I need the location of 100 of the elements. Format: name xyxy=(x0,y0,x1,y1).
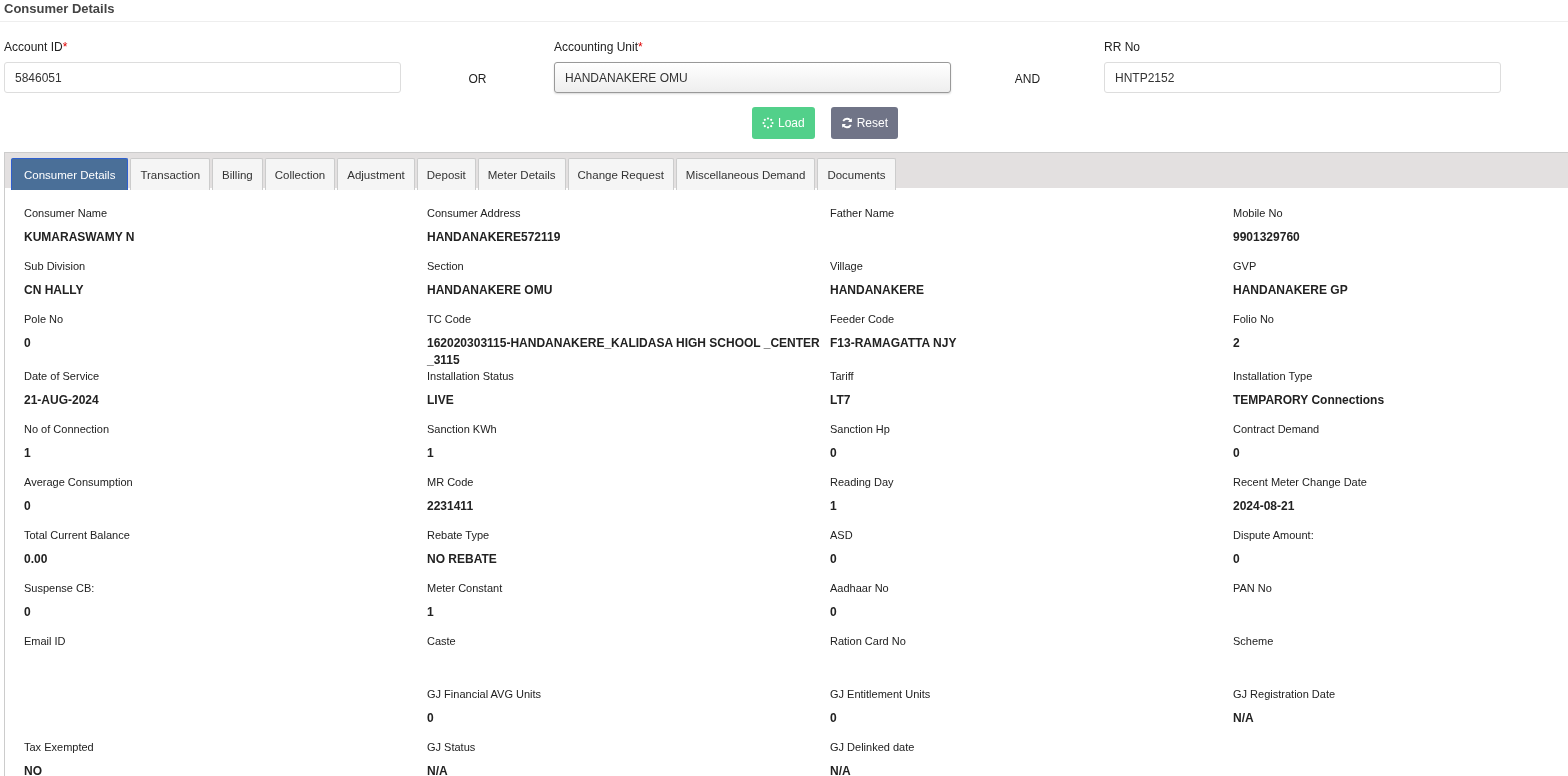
detail-value: 9901329760 xyxy=(1233,229,1300,246)
detail-label: GJ Status xyxy=(427,740,476,754)
detail-label: Email ID xyxy=(24,634,66,648)
page-title: Consumer Details xyxy=(3,1,116,17)
detail-label: Village xyxy=(830,259,863,273)
detail-value: 0 xyxy=(830,604,837,621)
field-label: Account ID* xyxy=(4,40,68,54)
detail-value: CN HALLY xyxy=(24,282,84,299)
detail-value: N/A xyxy=(830,763,851,776)
tab[interactable]: Consumer Details xyxy=(11,158,129,190)
detail-label: Total Current Balance xyxy=(24,528,130,542)
detail-value: HANDANAKERE xyxy=(830,282,924,299)
detail-value: F13-RAMAGATTA NJY xyxy=(830,335,957,352)
tab[interactable]: Documents xyxy=(817,158,896,190)
detail-value: 0 xyxy=(24,335,31,352)
detail-value: 21-AUG-2024 xyxy=(24,392,99,409)
tab[interactable]: Deposit xyxy=(416,158,476,190)
spinner-icon xyxy=(762,117,774,129)
detail-label: Tax Exempted xyxy=(24,740,94,754)
detail-label: Installation Type xyxy=(1233,369,1313,383)
detail-value: 1 xyxy=(427,604,434,621)
tab[interactable]: Transaction xyxy=(130,158,211,190)
detail-value: LT7 xyxy=(830,392,851,409)
detail-value: HANDANAKERE GP xyxy=(1233,282,1348,299)
detail-label: Feeder Code xyxy=(830,312,895,326)
connector-text: AND xyxy=(1014,72,1041,86)
tab[interactable]: Adjustment xyxy=(337,158,415,190)
detail-label: Suspense CB: xyxy=(24,581,95,595)
detail-value: 1 xyxy=(24,445,31,462)
detail-label: ASD xyxy=(830,528,853,542)
detail-value: N/A xyxy=(1233,710,1254,727)
detail-value: 0 xyxy=(830,710,837,727)
detail-value: 1 xyxy=(427,445,434,462)
field-label: RR No xyxy=(1104,40,1140,54)
detail-value: NO REBATE xyxy=(427,551,497,568)
refresh-icon xyxy=(840,117,853,129)
detail-label: Recent Meter Change Date xyxy=(1233,475,1367,489)
detail-label: Folio No xyxy=(1233,312,1274,326)
detail-value: LIVE xyxy=(427,392,454,409)
detail-value: 0 xyxy=(1233,445,1240,462)
detail-label: Installation Status xyxy=(427,369,514,383)
detail-value: 2024-08-21 xyxy=(1233,498,1295,515)
detail-label: Consumer Name xyxy=(24,206,108,220)
detail-label: Sub Division xyxy=(24,259,86,273)
detail-label: Meter Constant xyxy=(427,581,503,595)
detail-value: TEMPARORY Connections xyxy=(1233,392,1385,409)
detail-value: NO xyxy=(24,763,42,776)
detail-label: Pole No xyxy=(24,312,64,326)
connector-text: OR xyxy=(468,72,487,86)
tab[interactable]: Meter Details xyxy=(477,158,566,190)
tab[interactable]: Miscellaneous Demand xyxy=(675,158,816,190)
tab[interactable]: Change Request xyxy=(567,158,674,190)
detail-label: Dispute Amount: xyxy=(1233,528,1314,542)
detail-value: 2231411 xyxy=(427,498,474,515)
detail-label: MR Code xyxy=(427,475,474,489)
tab[interactable]: Collection xyxy=(264,158,336,190)
detail-label: Scheme xyxy=(1233,634,1274,648)
reset-button[interactable]: Reset xyxy=(830,107,899,139)
detail-label: TC Code xyxy=(427,312,472,326)
detail-label: Rebate Type xyxy=(427,528,490,542)
detail-label: Section xyxy=(427,259,464,273)
detail-value: 1 xyxy=(830,498,837,515)
detail-label: GJ Entitlement Units xyxy=(830,687,931,701)
detail-label: Ration Card No xyxy=(830,634,906,648)
detail-label: GVP xyxy=(1233,259,1257,273)
detail-value: 162020303115-HANDANAKERE_KALIDASA HIGH SCHOOL _CENTER_3115 xyxy=(427,335,821,369)
detail-label: Date of Service xyxy=(24,369,100,383)
detail-label: Contract Demand xyxy=(1233,422,1320,436)
input-field[interactable]: 5846051 xyxy=(4,62,401,93)
detail-label: Father Name xyxy=(830,206,895,220)
detail-label: Caste xyxy=(427,634,456,648)
detail-label: PAN No xyxy=(1233,581,1272,595)
detail-label: Mobile No xyxy=(1233,206,1283,220)
detail-label: Average Consumption xyxy=(24,475,133,489)
detail-value: HANDANAKERE OMU xyxy=(427,282,553,299)
detail-label: Sanction KWh xyxy=(427,422,497,436)
detail-value: 0 xyxy=(1233,551,1240,568)
detail-value: 0.00 xyxy=(24,551,48,568)
detail-value: KUMARASWAMY N xyxy=(24,229,135,246)
tab[interactable]: Billing xyxy=(212,158,263,190)
detail-label: GJ Registration Date xyxy=(1233,687,1336,701)
detail-label: Aadhaar No xyxy=(830,581,889,595)
detail-label: GJ Delinked date xyxy=(830,740,915,754)
detail-value: HANDANAKERE572119 xyxy=(427,229,561,246)
detail-value: 2 xyxy=(1233,335,1240,352)
input-field[interactable]: HNTP2152 xyxy=(1104,62,1501,93)
detail-label: No of Connection xyxy=(24,422,109,436)
detail-value: 0 xyxy=(24,498,31,515)
detail-value: 0 xyxy=(830,551,837,568)
select-field[interactable]: HANDANAKERE OMU xyxy=(554,62,951,93)
detail-label: GJ Financial AVG Units xyxy=(427,687,542,701)
detail-value: 0 xyxy=(427,710,434,727)
detail-label: Sanction Hp xyxy=(830,422,890,436)
field-label: Accounting Unit* xyxy=(554,40,643,54)
detail-value: 0 xyxy=(24,604,31,621)
detail-value: N/A xyxy=(427,763,448,776)
detail-value: 0 xyxy=(830,445,837,462)
detail-label: Consumer Address xyxy=(427,206,521,220)
detail-label: Tariff xyxy=(830,369,854,383)
detail-label: Reading Day xyxy=(830,475,894,489)
